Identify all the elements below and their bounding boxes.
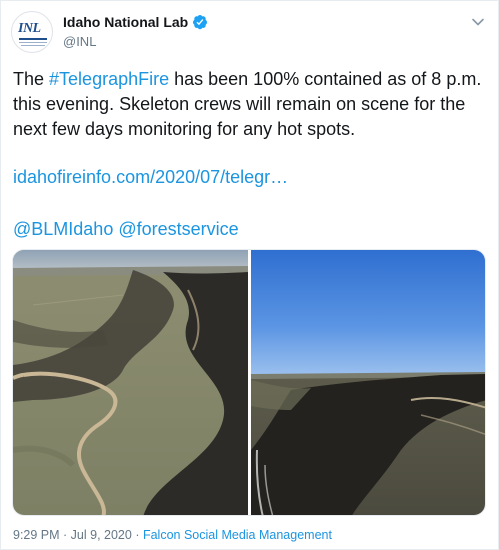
mention-forestservice[interactable]: @forestservice	[118, 219, 238, 239]
tweet-footer: 9:29 PM · Jul 9, 2020 · Falcon Social Me…	[13, 528, 332, 542]
chevron-down-icon[interactable]	[471, 15, 485, 29]
tweet-header: INL Idaho National Lab @INL	[11, 9, 491, 53]
avatar-logo-line-2	[21, 45, 45, 46]
verified-badge-icon	[193, 15, 208, 30]
avatar[interactable]: INL	[11, 11, 53, 53]
tweet-text-start: The	[13, 69, 50, 89]
handle[interactable]: @INL	[63, 34, 208, 49]
media-gallery	[12, 249, 486, 516]
photo-burned-plain-sky[interactable]	[251, 250, 486, 516]
tweet-body: The #TelegraphFire has been 100% contain…	[13, 67, 483, 142]
display-name[interactable]: Idaho National Lab	[63, 14, 188, 30]
tweet-date[interactable]: Jul 9, 2020	[71, 528, 132, 542]
display-name-row: Idaho National Lab	[63, 13, 208, 31]
tweet-time[interactable]: 9:29 PM	[13, 528, 60, 542]
photo-aerial-burned-terrain[interactable]	[13, 250, 248, 516]
avatar-logo-bar	[19, 38, 47, 40]
avatar-logo-text: INL	[18, 21, 41, 36]
tweet-source[interactable]: Falcon Social Media Management	[143, 528, 332, 542]
footer-separator-2: ·	[131, 528, 143, 542]
avatar-logo-line	[19, 42, 47, 43]
mentions: @BLMIdaho @forestservice	[13, 217, 239, 242]
author-names: Idaho National Lab @INL	[63, 13, 208, 49]
footer-separator: ·	[59, 528, 71, 542]
mention-blmidaho[interactable]: @BLMIdaho	[13, 219, 113, 239]
external-link[interactable]: idahofireinfo.com/2020/07/telegr…	[13, 165, 288, 190]
hashtag-link[interactable]: #TelegraphFire	[49, 69, 169, 89]
tweet-card: INL Idaho National Lab @INL The #Telegra…	[0, 0, 499, 550]
